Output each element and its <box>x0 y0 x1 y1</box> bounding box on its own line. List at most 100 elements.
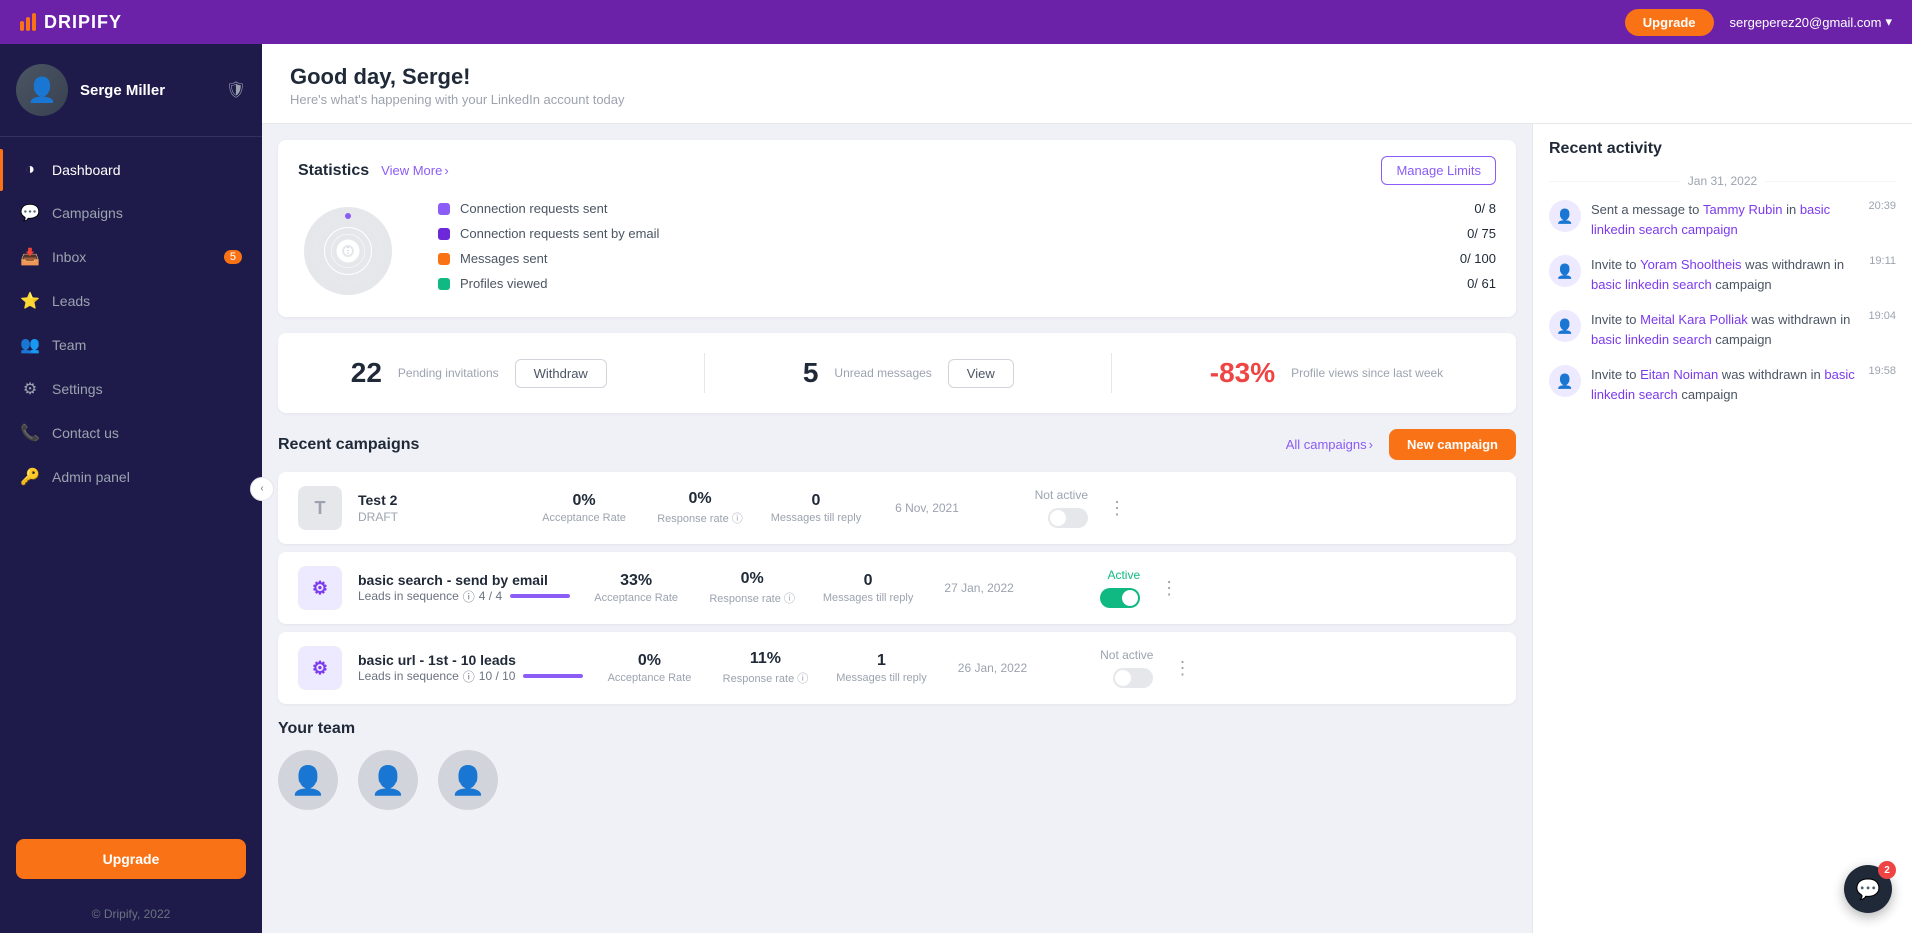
stat-item: Connection requests sent 0/ 8 <box>438 201 1496 216</box>
sidebar-item-settings[interactable]: ⚙ Settings <box>0 367 262 411</box>
upgrade-button[interactable]: Upgrade <box>1625 9 1714 36</box>
campaign-status: Active <box>1040 568 1140 608</box>
activity-link[interactable]: Eitan Noiman <box>1640 367 1718 382</box>
sidebar-item-dashboard[interactable]: ◑ Dashboard <box>0 149 262 191</box>
chat-badge: 2 <box>1878 861 1896 879</box>
campaign-icon: ⚙ <box>298 566 342 610</box>
sidebar-item-team[interactable]: 👥 Team <box>0 323 262 367</box>
inbox-badge: 5 <box>224 250 242 264</box>
stat-item: Messages sent 0/ 100 <box>438 251 1496 266</box>
campaign-info: Test 2 DRAFT <box>358 492 518 524</box>
metrics-row: 22 Pending invitations Withdraw 5 Unread… <box>278 333 1516 413</box>
activity-link[interactable]: basic linkedin search <box>1591 332 1712 347</box>
status-label: Not active <box>1035 488 1088 502</box>
avatar: 👤 <box>16 64 68 116</box>
campaign-menu-button[interactable]: ⋮ <box>1104 498 1130 519</box>
sidebar-item-leads[interactable]: ⭐ Leads <box>0 279 262 323</box>
campaign-toggle[interactable] <box>1048 508 1088 528</box>
user-name: Serge Miller <box>80 82 165 99</box>
new-campaign-button[interactable]: New campaign <box>1389 429 1516 460</box>
stat-label: Connection requests sent <box>460 201 1464 216</box>
campaign-card: T Test 2 DRAFT 0% Acceptance Rate 0% Res… <box>278 472 1516 544</box>
sidebar-item-admin-panel[interactable]: 🔑 Admin panel <box>0 455 262 499</box>
status-label: Active <box>1107 568 1140 582</box>
sidebar-item-label: Admin panel <box>52 469 130 485</box>
manage-limits-button[interactable]: Manage Limits <box>1381 156 1496 185</box>
campaign-card: ⚙ basic url - 1st - 10 leads Leads in se… <box>278 632 1516 704</box>
sidebar-item-contact-us[interactable]: 📞 Contact us <box>0 411 262 455</box>
chevron-right-icon: › <box>444 163 448 178</box>
view-more-link[interactable]: View More › <box>381 163 449 178</box>
sidebar-nav: ◑ Dashboard 💬 Campaigns 📥 Inbox 5 ⭐ Lead… <box>0 137 262 823</box>
activity-text: Invite to Eitan Noiman was withdrawn in … <box>1591 365 1858 404</box>
campaign-card: ⚙ basic search - send by email Leads in … <box>278 552 1516 624</box>
stat-value: 0/ 75 <box>1467 226 1496 241</box>
campaign-type: DRAFT <box>358 510 518 524</box>
activity-link[interactable]: Tammy Rubin <box>1703 202 1782 217</box>
right-panel: Recent activity Jan 31, 2022 👤 Sent a me… <box>1532 124 1912 933</box>
stats-body: ⋮ Connection requests sent 0/ 8 <box>298 201 1496 301</box>
info-icon: ⓘ <box>463 588 475 605</box>
chevron-down-icon: ▾ <box>1885 14 1892 30</box>
chat-icon: 💬 <box>1856 877 1881 902</box>
dashboard-icon: ◑ <box>20 161 40 179</box>
stat-dot-messages <box>438 253 450 265</box>
metric-profile-views: -83% Profile views since last week <box>1210 357 1443 389</box>
campaign-date: 6 Nov, 2021 <box>882 501 972 515</box>
activity-avatar: 👤 <box>1549 365 1581 397</box>
chat-button[interactable]: 💬 2 <box>1844 865 1892 913</box>
sidebar-upgrade-button[interactable]: Upgrade <box>16 839 246 879</box>
metric-pending: 22 Pending invitations Withdraw <box>351 357 607 389</box>
campaign-toggle[interactable] <box>1100 588 1140 608</box>
team-avatar: 👤 <box>358 750 418 810</box>
stats-items: Connection requests sent 0/ 8 Connection… <box>438 201 1496 301</box>
campaign-messages: 1 Messages till reply <box>831 652 931 684</box>
campaign-menu-button[interactable]: ⋮ <box>1156 578 1182 599</box>
activity-link[interactable]: Meital Kara Polliak <box>1640 312 1748 327</box>
page-title: Good day, Serge! <box>290 64 1884 90</box>
info-icon: ⓘ <box>463 668 475 685</box>
metric-divider <box>1111 353 1112 393</box>
progress-bar <box>510 594 570 598</box>
shield-icon: 🛡 <box>226 80 246 100</box>
campaign-status: Not active <box>988 488 1088 528</box>
sidebar-user: 👤 Serge Miller 🛡 <box>0 44 262 137</box>
campaign-response: 0% Response rate ⓘ <box>702 570 802 606</box>
progress-bar <box>523 674 583 678</box>
leads-count: 10 / 10 <box>479 669 516 683</box>
campaign-acceptance: 0% Acceptance Rate <box>599 652 699 684</box>
campaign-name: basic url - 1st - 10 leads <box>358 652 583 668</box>
withdraw-button[interactable]: Withdraw <box>515 359 607 388</box>
user-email-menu[interactable]: sergeperez20@gmail.com ▾ <box>1730 14 1892 30</box>
campaign-type: Leads in sequence <box>358 669 459 683</box>
main-content: Good day, Serge! Here's what's happening… <box>262 44 1912 933</box>
all-campaigns-link[interactable]: All campaigns › <box>1286 437 1373 452</box>
stat-dot-connection <box>438 203 450 215</box>
campaign-messages: 0 Messages till reply <box>766 492 866 524</box>
team-avatars: 👤 👤 👤 <box>278 750 1516 810</box>
campaign-status: Not active <box>1053 648 1153 688</box>
sidebar-item-campaigns[interactable]: 💬 Campaigns <box>0 191 262 235</box>
stat-dot-profiles <box>438 278 450 290</box>
chevron-right-icon: › <box>1369 437 1373 452</box>
activity-text: Invite to Meital Kara Polliak was withdr… <box>1591 310 1858 349</box>
sidebar-item-label: Dashboard <box>52 162 121 178</box>
sidebar-collapse-button[interactable]: ‹ <box>250 477 274 501</box>
stat-label: Connection requests sent by email <box>460 226 1457 241</box>
view-button[interactable]: View <box>948 359 1014 388</box>
stat-dot-email <box>438 228 450 240</box>
team-avatar: 👤 <box>438 750 498 810</box>
sidebar-item-inbox[interactable]: 📥 Inbox 5 <box>0 235 262 279</box>
activity-avatar: 👤 <box>1549 310 1581 342</box>
campaign-toggle[interactable] <box>1113 668 1153 688</box>
activity-link[interactable]: Yoram Shooltheis <box>1640 257 1741 272</box>
sidebar-item-label: Inbox <box>52 249 86 265</box>
team-icon: 👥 <box>20 335 40 355</box>
activity-time: 19:11 <box>1869 255 1896 267</box>
sidebar-item-label: Leads <box>52 293 90 309</box>
campaign-progress: Leads in sequence ⓘ 4 / 4 <box>358 588 570 605</box>
activity-link[interactable]: basic linkedin search <box>1591 277 1712 292</box>
statistics-section: Statistics View More › Manage Limits <box>278 140 1516 317</box>
team-title: Your team <box>278 720 1516 738</box>
campaign-menu-button[interactable]: ⋮ <box>1169 658 1195 679</box>
